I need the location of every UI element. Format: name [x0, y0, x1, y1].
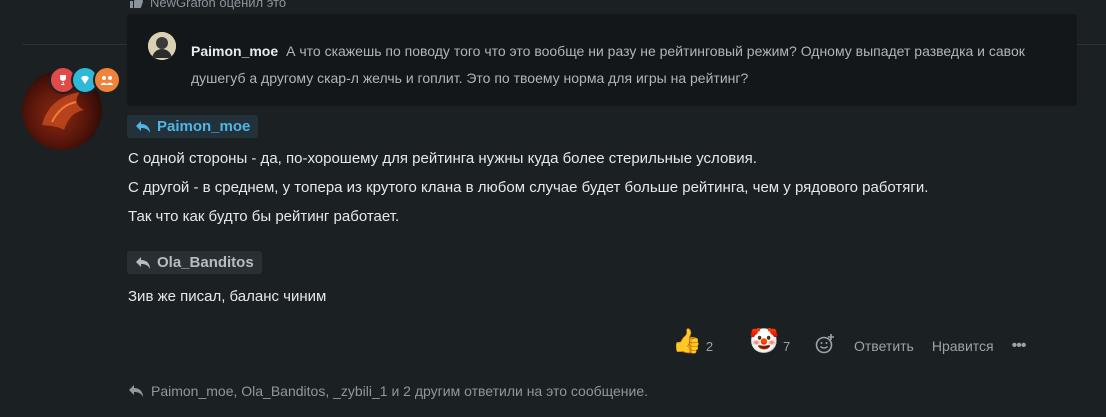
- message-line: С одной стороны - да, по-хорошему для ре…: [128, 150, 757, 167]
- reaction-count: 2: [705, 339, 714, 354]
- quote-text: А что скажешь по поводу того что это воо…: [191, 43, 1025, 86]
- thumbs-up-icon: 👍: [672, 328, 702, 355]
- quote-body: Paimon_moe А что скажешь по поводу того ч…: [191, 38, 1061, 92]
- mention-name: Paimon_moe: [157, 118, 251, 135]
- reaction-count: 7: [783, 339, 791, 354]
- reactions-bar: 👍 2 🤡 7: [672, 328, 826, 356]
- message-line: Зив же писал, баланс чиним: [128, 288, 327, 305]
- like-icon: [130, 0, 144, 8]
- reply-arrow-icon: [136, 256, 150, 269]
- like-button[interactable]: Нравится: [932, 338, 994, 354]
- liked-notice-text: NewGrafon оценил это: [150, 0, 287, 10]
- more-options-button[interactable]: •••: [1012, 337, 1027, 355]
- replies-summary[interactable]: Paimon_moe, Ola_Banditos, _zybili_1 и 2 …: [127, 383, 648, 399]
- reply-button[interactable]: Ответить: [854, 338, 914, 354]
- add-reaction-icon[interactable]: [814, 333, 836, 358]
- reaction-clown[interactable]: 🤡 7: [749, 328, 790, 356]
- mention-name: Ola_Banditos: [157, 254, 254, 271]
- reply-mention[interactable]: Ola_Banditos: [127, 251, 262, 274]
- quote-author-avatar[interactable]: [148, 32, 176, 60]
- liked-notice: NewGrafon оценил это: [128, 0, 286, 10]
- reply-mention[interactable]: Paimon_moe: [127, 115, 259, 138]
- replies-text: Paimon_moe, Ola_Banditos, _zybili_1 и 2 …: [151, 383, 648, 399]
- message-actions: Ответить Нравится •••: [814, 333, 1027, 358]
- message-line: С другой - в среднем, у топера из крутог…: [128, 179, 929, 196]
- quote-author[interactable]: Paimon_moe: [191, 43, 278, 59]
- group-badge-icon[interactable]: [93, 66, 121, 94]
- user-badges: [49, 66, 121, 94]
- clown-icon: 🤡: [749, 328, 780, 355]
- quoted-message[interactable]: Paimon_moe А что скажешь по поводу того ч…: [127, 14, 1077, 106]
- reply-arrow-icon: [129, 385, 143, 397]
- reaction-thumbs-up[interactable]: 👍 2: [672, 328, 713, 356]
- reply-arrow-icon: [136, 120, 150, 133]
- message-line: Так что как будто бы рейтинг работает.: [128, 208, 400, 225]
